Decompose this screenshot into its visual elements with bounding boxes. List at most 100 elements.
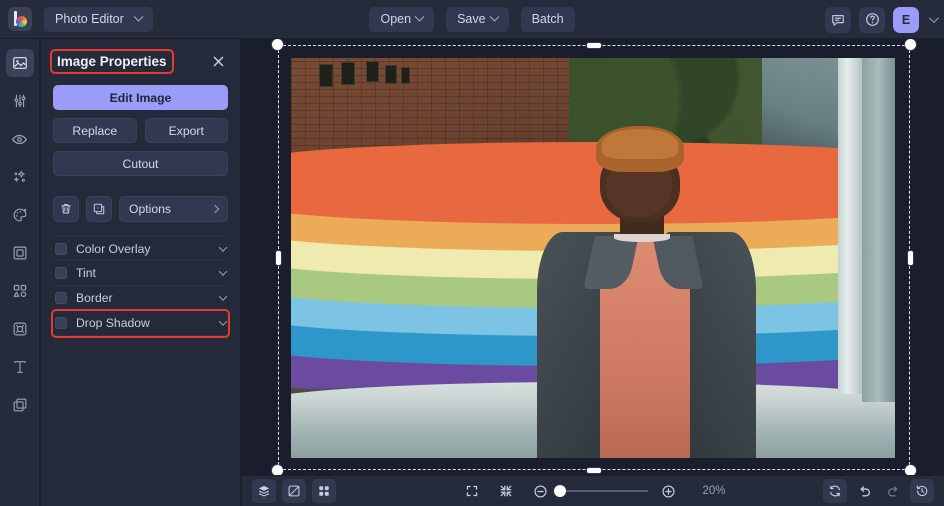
effect-checkbox[interactable] <box>55 243 67 255</box>
effect-checkbox[interactable] <box>55 317 67 329</box>
page-title: Image Properties <box>53 52 171 71</box>
sidebar-item-adjust[interactable] <box>6 87 34 115</box>
photo-editor-app: Photo Editor Open Save Batch <box>0 0 944 506</box>
effects-list: Color Overlay Tint Border Drop Shadow <box>53 236 228 336</box>
batch-label: Batch <box>532 12 564 26</box>
question-circle-icon[interactable] <box>859 7 885 33</box>
sidebar-item-shapes[interactable] <box>6 277 34 305</box>
person-necklace <box>614 234 670 242</box>
photo-window <box>385 65 396 84</box>
photo-window <box>319 64 333 87</box>
effect-row-color-overlay[interactable]: Color Overlay <box>53 236 228 261</box>
close-icon[interactable] <box>208 51 228 71</box>
export-button[interactable]: Export <box>145 118 229 143</box>
resize-handle-bottom-right[interactable] <box>905 465 916 475</box>
effect-row-drop-shadow[interactable]: Drop Shadow <box>53 311 228 336</box>
resize-handle-top[interactable] <box>587 43 601 48</box>
collapse-icon[interactable] <box>494 479 518 503</box>
editor-canvas[interactable] <box>242 39 944 475</box>
chevron-down-icon[interactable] <box>219 292 227 300</box>
redo-icon[interactable] <box>881 479 905 503</box>
undo-icon[interactable] <box>852 479 876 503</box>
zoom-slider-group <box>528 479 680 503</box>
replace-export-row: Replace Export <box>53 118 228 143</box>
effect-label: Drop Shadow <box>76 316 211 330</box>
panel-header: Image Properties <box>53 49 228 73</box>
photo-person <box>545 126 744 458</box>
expand-icon[interactable] <box>460 479 484 503</box>
cutout-row: Cutout <box>53 151 228 176</box>
refresh-icon[interactable] <box>823 479 847 503</box>
resize-handle-right[interactable] <box>908 251 913 265</box>
sidebar-item-text[interactable] <box>6 353 34 381</box>
minus-circle-icon[interactable] <box>528 479 552 503</box>
canvas-photo[interactable] <box>291 58 895 458</box>
options-button[interactable]: Options <box>119 196 228 222</box>
resize-handle-bottom-left[interactable] <box>272 465 283 475</box>
resize-handle-top-right[interactable] <box>905 39 916 50</box>
open-label: Open <box>380 12 411 26</box>
chevron-right-icon <box>211 205 219 213</box>
chevron-down-icon[interactable] <box>929 13 939 23</box>
open-button[interactable]: Open <box>369 7 434 32</box>
duplicate-icon[interactable] <box>86 196 112 222</box>
effect-label: Tint <box>76 266 211 280</box>
batch-button[interactable]: Batch <box>521 7 575 32</box>
effect-checkbox[interactable] <box>55 292 67 304</box>
zoom-level-label: 20% <box>702 485 725 497</box>
background-icon[interactable] <box>282 479 306 503</box>
sidebar-item-overlays[interactable] <box>6 391 34 419</box>
top-toolbar: Photo Editor Open Save Batch <box>0 0 944 39</box>
chevron-down-icon[interactable] <box>219 267 227 275</box>
bottom-right-tools <box>823 479 934 503</box>
save-button[interactable]: Save <box>446 7 509 32</box>
chevron-down-icon <box>489 11 499 21</box>
avatar[interactable]: E <box>893 7 919 33</box>
chevron-down-icon <box>133 11 143 21</box>
app-menu-button[interactable]: Photo Editor <box>44 7 153 32</box>
trash-icon[interactable] <box>53 196 79 222</box>
sidebar-item-color[interactable] <box>6 201 34 229</box>
options-label: Options <box>129 202 171 216</box>
chevron-down-icon[interactable] <box>219 317 227 325</box>
sidebar-item-image[interactable] <box>6 49 34 77</box>
logo-color-wheel <box>16 16 27 27</box>
app-menu-label: Photo Editor <box>55 12 124 26</box>
zoom-slider-handle[interactable] <box>554 485 566 497</box>
photo-window <box>341 62 355 85</box>
replace-button[interactable]: Replace <box>53 118 137 143</box>
bottom-toolbar: 20% <box>242 475 944 506</box>
cutout-button[interactable]: Cutout <box>53 151 228 176</box>
image-properties-panel: Image Properties Edit Image Replace Expo… <box>41 39 241 506</box>
bottom-left-tools <box>252 479 336 503</box>
save-label: Save <box>457 12 486 26</box>
plus-circle-icon[interactable] <box>656 479 680 503</box>
effect-label: Border <box>76 291 211 305</box>
resize-handle-top-left[interactable] <box>272 39 283 50</box>
sidebar-item-focus[interactable] <box>6 315 34 343</box>
selection-frame[interactable] <box>278 45 910 470</box>
person-hair-highlight <box>602 129 678 159</box>
grid-icon[interactable] <box>312 479 336 503</box>
left-tool-rail <box>0 39 40 506</box>
effect-checkbox[interactable] <box>55 267 67 279</box>
effect-row-tint[interactable]: Tint <box>53 261 228 286</box>
zoom-slider-track[interactable] <box>560 490 648 492</box>
chat-bubble-icon[interactable] <box>825 7 851 33</box>
top-right-actions: E <box>825 0 936 39</box>
history-icon[interactable] <box>910 479 934 503</box>
rainbow-b-logo-icon[interactable] <box>8 7 32 31</box>
resize-handle-bottom[interactable] <box>587 468 601 473</box>
effect-row-border[interactable]: Border <box>53 286 228 311</box>
sidebar-item-effects[interactable] <box>6 163 34 191</box>
layer-tools-row: Options <box>53 196 228 222</box>
photo-window <box>401 67 411 84</box>
edit-image-button[interactable]: Edit Image <box>53 85 228 110</box>
layers-icon[interactable] <box>252 479 276 503</box>
chevron-down-icon[interactable] <box>219 243 227 251</box>
sidebar-item-retouch[interactable] <box>6 125 34 153</box>
resize-handle-left[interactable] <box>276 251 281 265</box>
photo-window-frame <box>838 58 862 394</box>
photo-window-frame-edge <box>862 58 895 402</box>
sidebar-item-frames[interactable] <box>6 239 34 267</box>
